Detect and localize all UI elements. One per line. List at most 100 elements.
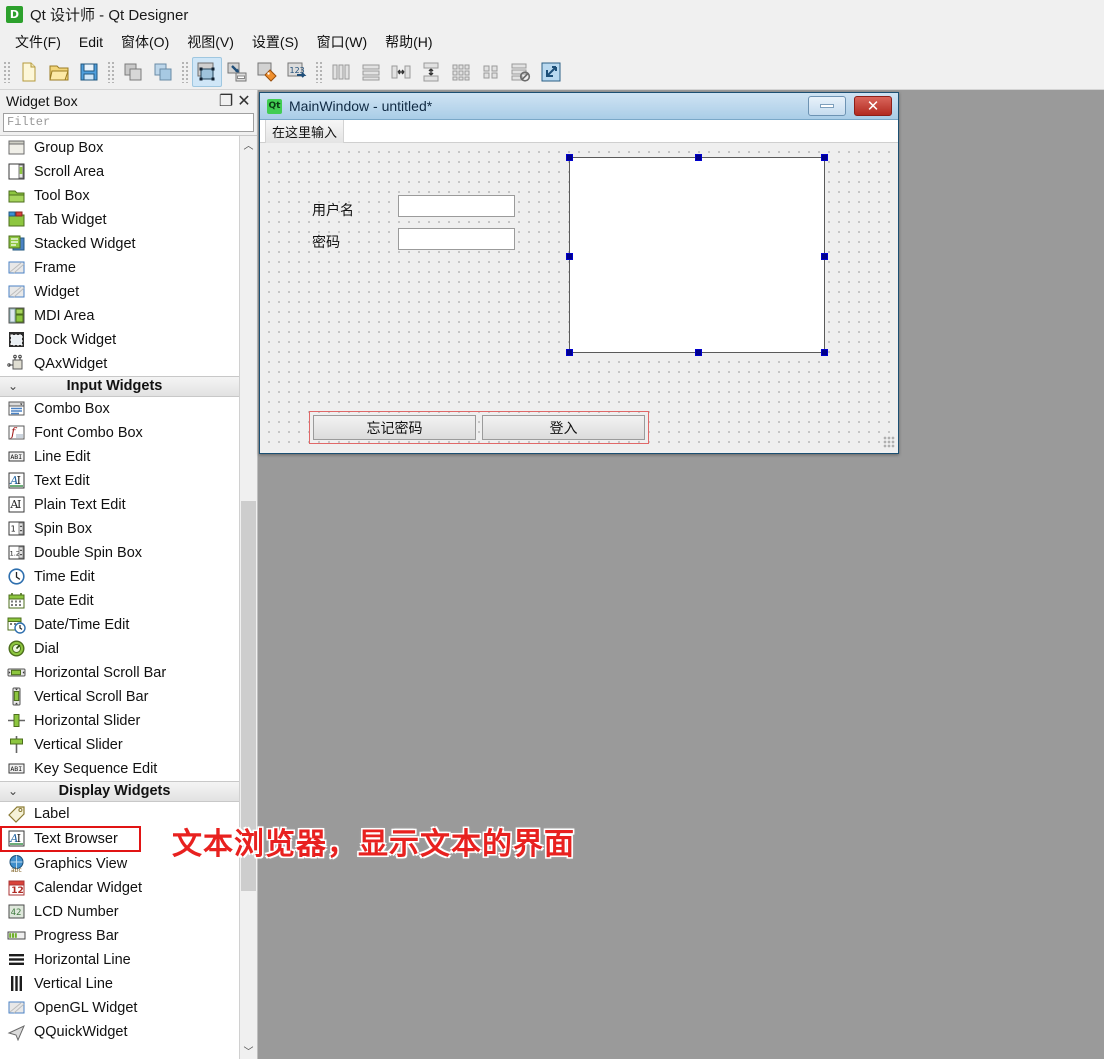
form-canvas[interactable]: 用户名 密码 忘记密码 登入 [260, 143, 898, 451]
toolbar-grip-3[interactable] [181, 61, 189, 83]
menu-settings[interactable]: 设置(S) [243, 29, 308, 55]
username-label[interactable]: 用户名 [312, 200, 354, 220]
layout-in-grid-icon[interactable] [446, 57, 476, 87]
resize-handle-w[interactable] [566, 253, 573, 260]
form-menubar[interactable]: 在这里输入 [260, 118, 898, 144]
widget-item-lcd-number[interactable]: 42 LCD Number [0, 900, 239, 924]
chevron-down-icon: ⌄ [7, 784, 19, 798]
widget-item-double-spin-box[interactable]: 1.2 Double Spin Box [0, 541, 239, 565]
resize-handle-s[interactable] [695, 349, 702, 356]
widget-category-input-widgets[interactable]: ⌄ Input Widgets [0, 375, 239, 397]
widget-item-frame[interactable]: Frame [0, 256, 239, 280]
resize-handle-ne[interactable] [821, 154, 828, 161]
scroll-up-icon[interactable]: ︿ [240, 135, 257, 153]
open-file-icon[interactable] [44, 57, 74, 87]
resize-handle-se[interactable] [821, 349, 828, 356]
widget-category-display-widgets[interactable]: ⌄ Display Widgets [0, 780, 239, 802]
save-file-icon[interactable] [74, 57, 104, 87]
widget-item-label: Label [34, 805, 70, 822]
resize-handle-n[interactable] [695, 154, 702, 161]
widget-item-scroll-area[interactable]: Scroll Area [0, 160, 239, 184]
widget-item-spin-box[interactable]: 1 Spin Box [0, 517, 239, 541]
edit-widgets-icon[interactable] [192, 57, 222, 87]
edit-tab-order-icon[interactable]: 123 [282, 57, 312, 87]
date-time-edit-icon [6, 615, 26, 635]
widget-item-qaxwidget[interactable]: QAxWidget [0, 352, 239, 376]
widget-item-dock-widget[interactable]: Dock Widget [0, 328, 239, 352]
password-input[interactable] [398, 228, 515, 250]
edit-signals-slots-icon[interactable] [222, 57, 252, 87]
widget-item-mdi-area[interactable]: MDI Area [0, 304, 239, 328]
password-label[interactable]: 密码 [312, 232, 340, 252]
widget-item-text-browser[interactable]: A I Text Browser [0, 825, 141, 852]
login-button[interactable]: 登入 [482, 415, 645, 440]
button-horizontal-layout[interactable]: 忘记密码 登入 [309, 411, 649, 444]
widget-item-tool-box[interactable]: Tool Box [0, 184, 239, 208]
redo-icon[interactable] [148, 57, 178, 87]
scroll-down-icon[interactable]: ﹀ [240, 1042, 257, 1059]
menu-edit[interactable]: Edit [70, 31, 112, 53]
close-icon[interactable]: ✕ [235, 92, 253, 110]
layout-in-form-icon[interactable] [476, 57, 506, 87]
widget-item-line-edit[interactable]: ABI Line Edit [0, 445, 239, 469]
resize-handle-sw[interactable] [566, 349, 573, 356]
resize-handle-nw[interactable] [566, 154, 573, 161]
form-close-button[interactable]: ✕ [854, 96, 892, 116]
menu-window[interactable]: 窗口(W) [308, 29, 377, 55]
widget-item-time-edit[interactable]: Time Edit [0, 565, 239, 589]
widget-item-text-edit[interactable]: A I Text Edit [0, 469, 239, 493]
widget-item-tab-widget[interactable]: Tab Widget [0, 208, 239, 232]
adjust-size-icon[interactable] [536, 57, 566, 87]
edit-buddies-icon[interactable] [252, 57, 282, 87]
widget-item-label: Plain Text Edit [34, 496, 126, 513]
undock-icon[interactable]: ❐ [217, 92, 235, 110]
forgot-password-button[interactable]: 忘记密码 [313, 415, 476, 440]
menu-help[interactable]: 帮助(H) [376, 29, 441, 55]
widget-item-key-sequence-edit[interactable]: ABI Key Sequence Edit [0, 757, 239, 781]
widget-item-horizontal-line[interactable]: Horizontal Line [0, 948, 239, 972]
qquick-widget-icon [6, 1022, 26, 1042]
widget-item-dial[interactable]: Dial [0, 637, 239, 661]
widget-category-label: Display Widgets [58, 783, 171, 799]
widget-box-scrollbar[interactable]: ︿ ﹀ [239, 135, 257, 1059]
design-form-window[interactable]: Qt MainWindow - untitled* ✕ 在这里输入 用户名 密码 [259, 92, 899, 454]
widget-item-horizontal-scroll-bar[interactable]: Horizontal Scroll Bar [0, 661, 239, 685]
resize-handle-e[interactable] [821, 253, 828, 260]
layout-splitter-vertical-icon[interactable] [416, 57, 446, 87]
widget-item-qquickwidget[interactable]: QQuickWidget [0, 1020, 239, 1044]
widget-item-font-combo-box[interactable]: f Font Combo Box [0, 421, 239, 445]
form-minimize-button[interactable] [808, 96, 846, 116]
layout-vertically-icon[interactable] [356, 57, 386, 87]
menu-view[interactable]: 视图(V) [178, 29, 243, 55]
undo-icon[interactable] [118, 57, 148, 87]
form-menubar-placeholder[interactable]: 在这里输入 [265, 118, 345, 144]
widget-item-date-edit[interactable]: Date Edit [0, 589, 239, 613]
widget-item-widget[interactable]: Widget [0, 280, 239, 304]
size-grip-icon[interactable] [883, 436, 895, 448]
text-browser-widget[interactable] [566, 154, 828, 356]
menu-form[interactable]: 窗体(O) [112, 29, 178, 55]
filter-input[interactable] [3, 112, 254, 132]
widget-item-vertical-slider[interactable]: Vertical Slider [0, 733, 239, 757]
widget-item-progress-bar[interactable]: Progress Bar [0, 924, 239, 948]
widget-item-vertical-scroll-bar[interactable]: Vertical Scroll Bar [0, 685, 239, 709]
layout-horizontally-icon[interactable] [326, 57, 356, 87]
widget-item-plain-text-edit[interactable]: A I Plain Text Edit [0, 493, 239, 517]
toolbar-grip[interactable] [3, 61, 11, 83]
username-input[interactable] [398, 195, 515, 217]
widget-item-horizontal-slider[interactable]: Horizontal Slider [0, 709, 239, 733]
toolbar-grip-4[interactable] [315, 61, 323, 83]
widget-item-calendar-widget[interactable]: 12 Calendar Widget [0, 876, 239, 900]
menu-file[interactable]: 文件(F) [6, 29, 70, 55]
new-file-icon[interactable] [14, 57, 44, 87]
widget-box-list[interactable]: Group Box Scroll Area Tool Box Tab Widget St… [0, 135, 239, 1059]
break-layout-icon[interactable] [506, 57, 536, 87]
widget-item-opengl-widget[interactable]: OpenGL Widget [0, 996, 239, 1020]
toolbar-grip-2[interactable] [107, 61, 115, 83]
widget-item-vertical-line[interactable]: Vertical Line [0, 972, 239, 996]
layout-splitter-horizontal-icon[interactable] [386, 57, 416, 87]
widget-item-group-box[interactable]: Group Box [0, 136, 239, 160]
widget-item-stacked-widget[interactable]: Stacked Widget [0, 232, 239, 256]
widget-item-date-time-edit[interactable]: Date/Time Edit [0, 613, 239, 637]
widget-item-combo-box[interactable]: Combo Box [0, 397, 239, 421]
